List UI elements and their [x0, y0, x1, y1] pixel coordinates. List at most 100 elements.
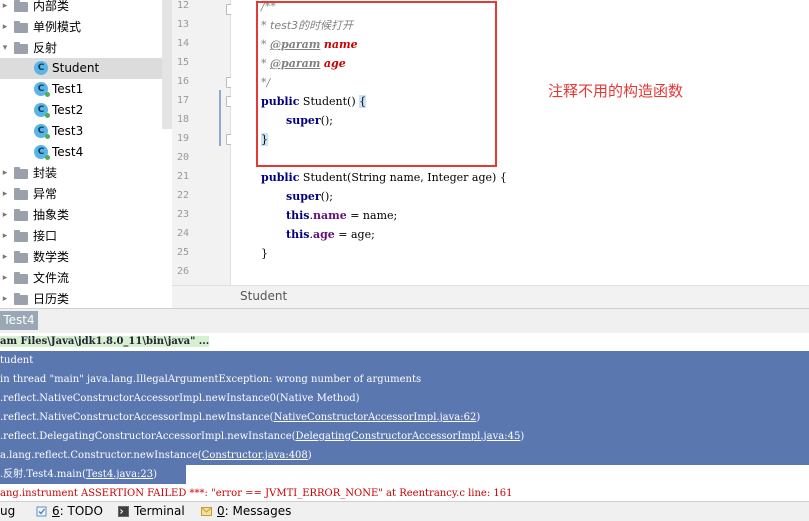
code-line-21: public Student(String name, Integer age)…: [261, 171, 507, 184]
console-line: .reflect.DelegatingConstructorAccessorIm…: [0, 427, 809, 446]
folder-icon: [14, 251, 28, 263]
terminal-tab[interactable]: Terminal: [134, 504, 185, 518]
editor-gutter: 12 13 14 15 16 17 18 19 20 21 22 23 24 25 26: [172, 0, 237, 285]
terminal-icon: [118, 506, 129, 517]
tree-item-11[interactable]: ▸ 抽象类: [0, 205, 162, 226]
tree-item-label: 接口: [33, 229, 58, 243]
line-number: 26: [176, 266, 189, 277]
runnable-class-icon: C: [34, 82, 50, 97]
line-number: 14: [176, 38, 189, 49]
run-console[interactable]: am Files\Java\jdk1.8.0_11\bin\java" ... …: [0, 333, 809, 501]
folder-icon: [14, 293, 28, 305]
collapse-arrow-icon[interactable]: ▸: [0, 0, 10, 17]
tree-item-label: 日历类: [33, 292, 70, 306]
line-number: 16: [176, 76, 189, 87]
runnable-class-icon: C: [34, 103, 50, 118]
tree-item-1[interactable]: ▸ 内部类: [0, 0, 162, 17]
line-number: 21: [176, 171, 189, 182]
tree-item-5[interactable]: C Test1: [0, 79, 162, 100]
tree-item-6[interactable]: C Test2: [0, 100, 162, 121]
run-badge-icon: [45, 155, 50, 160]
stacktrace-link[interactable]: Constructor.java:408: [202, 450, 308, 461]
runnable-class-icon: C: [34, 124, 50, 139]
stacktrace-link[interactable]: DelegatingConstructorAccessorImpl.java:4…: [296, 431, 521, 442]
console-line: tudent: [0, 351, 809, 370]
code-line-25: }: [261, 247, 268, 260]
console-line: .反射.Test4.main(Test4.java:23): [0, 465, 186, 484]
line-number: 23: [176, 209, 189, 220]
tree-item-label: Test1: [52, 82, 84, 96]
run-badge-icon: [45, 134, 50, 139]
line-number: 18: [176, 114, 189, 125]
debug-tab[interactable]: ug: [0, 504, 15, 518]
tree-item-8[interactable]: C Test4: [0, 142, 162, 163]
collapse-arrow-icon[interactable]: ▸: [0, 226, 10, 247]
annotation-text: 注释不用的构造函数: [548, 82, 684, 100]
console-line: .reflect.NativeConstructorAccessorImpl.n…: [0, 408, 809, 427]
tree-item-label: 文件流: [33, 271, 70, 285]
todo-icon: [36, 506, 47, 517]
tree-item-label: Test3: [52, 124, 84, 138]
code-line-24: this.age = age;: [286, 228, 375, 241]
console-line: .reflect.NativeConstructorAccessorImpl.n…: [0, 389, 809, 408]
folder-icon: [14, 230, 28, 242]
tree-item-label: 内部类: [33, 0, 70, 13]
tree-item-label: 数学类: [33, 250, 70, 264]
tree-item-12[interactable]: ▸ 接口: [0, 226, 162, 247]
tree-item-label: 封装: [33, 166, 58, 180]
run-tab-test4[interactable]: Test4: [0, 311, 38, 330]
tree-item-label: Test4: [52, 145, 84, 159]
console-line: a.lang.reflect.Constructor.newInstance(C…: [0, 446, 809, 465]
folder-icon: [14, 167, 28, 179]
messages-tab[interactable]: 0: Messages: [217, 504, 291, 518]
tree-scrollbar[interactable]: [162, 0, 172, 129]
run-badge-icon: [45, 92, 50, 97]
annotation-box: [256, 1, 497, 167]
class-icon: C: [34, 61, 48, 75]
breadcrumb[interactable]: Student: [172, 285, 809, 308]
tree-item-label: 单例模式: [33, 20, 82, 34]
collapse-arrow-icon[interactable]: ▸: [0, 163, 10, 184]
collapse-arrow-icon[interactable]: ▸: [0, 268, 10, 289]
expand-arrow-icon[interactable]: ▾: [0, 38, 10, 59]
line-number: 19: [176, 133, 189, 144]
tree-item-2[interactable]: ▸ 单例模式: [0, 17, 162, 38]
line-number: 13: [176, 19, 189, 30]
tree-item-label: 抽象类: [33, 208, 70, 222]
tree-item-10[interactable]: ▸ 异常: [0, 184, 162, 205]
folder-icon: [14, 42, 28, 54]
line-number: 25: [176, 247, 189, 258]
stacktrace-link[interactable]: Test4.java:23: [86, 469, 153, 480]
collapse-arrow-icon[interactable]: ▸: [0, 205, 10, 226]
tree-item-3[interactable]: ▾ 反射: [0, 38, 162, 59]
stacktrace-link[interactable]: NativeConstructorAccessorImpl.java:62: [274, 412, 477, 423]
run-toolbar: [0, 308, 809, 335]
console-line: in thread "main" java.lang.IllegalArgume…: [0, 370, 809, 389]
tree-item-label: 反射: [33, 41, 58, 55]
todo-tab[interactable]: 6: TODO: [52, 504, 103, 518]
line-number: 20: [176, 152, 189, 163]
folder-icon: [14, 188, 28, 200]
line-number: 17: [176, 95, 189, 106]
line-number: 22: [176, 190, 189, 201]
tree-item-15[interactable]: ▸ 日历类: [0, 289, 162, 307]
tree-item-9[interactable]: ▸ 封装: [0, 163, 162, 184]
collapse-arrow-icon[interactable]: ▸: [0, 17, 10, 38]
tool-window-bar: ug 6: TODO Terminal 0: Messages: [0, 501, 809, 521]
folder-icon: [14, 0, 28, 12]
code-line-23: this.name = name;: [286, 209, 398, 222]
run-badge-icon: [45, 113, 50, 118]
collapse-arrow-icon[interactable]: ▸: [0, 247, 10, 268]
tree-item-13[interactable]: ▸ 数学类: [0, 247, 162, 268]
tree-item-14[interactable]: ▸ 文件流: [0, 268, 162, 289]
console-line: am Files\Java\jdk1.8.0_11\bin\java" ...: [0, 336, 210, 347]
tree-item-label: 异常: [33, 187, 58, 201]
line-number: 15: [176, 57, 189, 68]
line-number: 12: [176, 0, 189, 11]
tree-item-7[interactable]: C Test3: [0, 121, 162, 142]
tree-item-4[interactable]: C Student: [0, 58, 162, 79]
folder-icon: [14, 21, 28, 33]
collapse-arrow-icon[interactable]: ▸: [0, 184, 10, 205]
breadcrumb-class[interactable]: Student: [240, 289, 287, 303]
collapse-arrow-icon[interactable]: ▸: [0, 289, 10, 307]
